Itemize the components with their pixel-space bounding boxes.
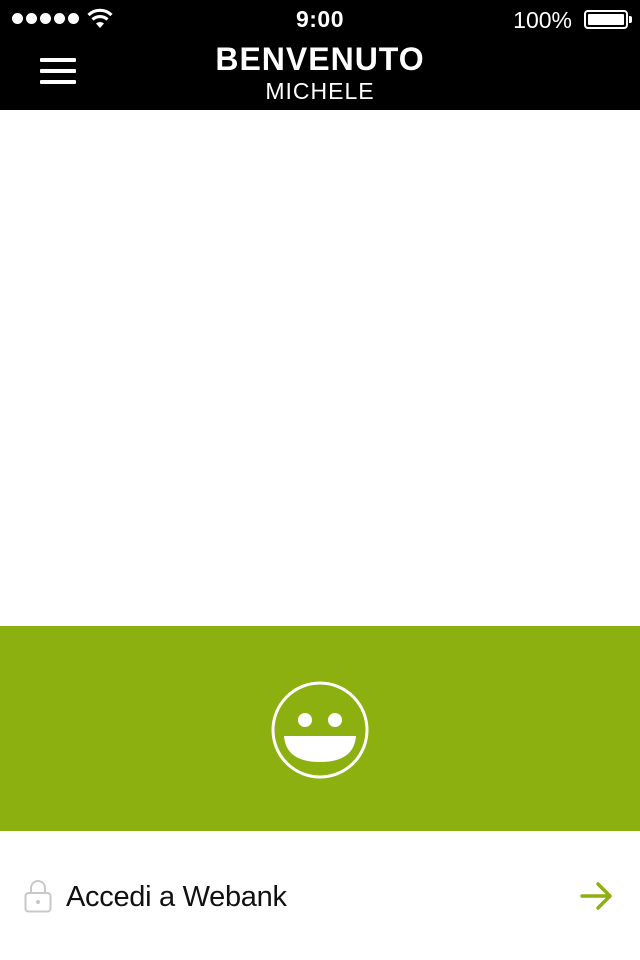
lock-icon [24,880,52,913]
user-name: MICHELE [265,78,375,104]
page-title: BENVENUTO [215,41,425,77]
battery-icon [584,10,628,29]
status-bar: 9:00 100% [0,0,640,40]
app-header: BENVENUTO MICHELE [0,40,640,110]
login-webank-row[interactable]: Accedi a Webank [0,831,640,960]
content-area [0,110,640,626]
smiley-face-icon [271,681,369,779]
battery-percentage: 100% [513,7,572,33]
arrow-right-icon[interactable] [580,881,614,911]
app-screen: 9:00 100% BENVENUTO MICHELE Accedi a Web… [0,0,640,960]
battery-tip [629,16,632,23]
login-label: Accedi a Webank [66,881,287,913]
